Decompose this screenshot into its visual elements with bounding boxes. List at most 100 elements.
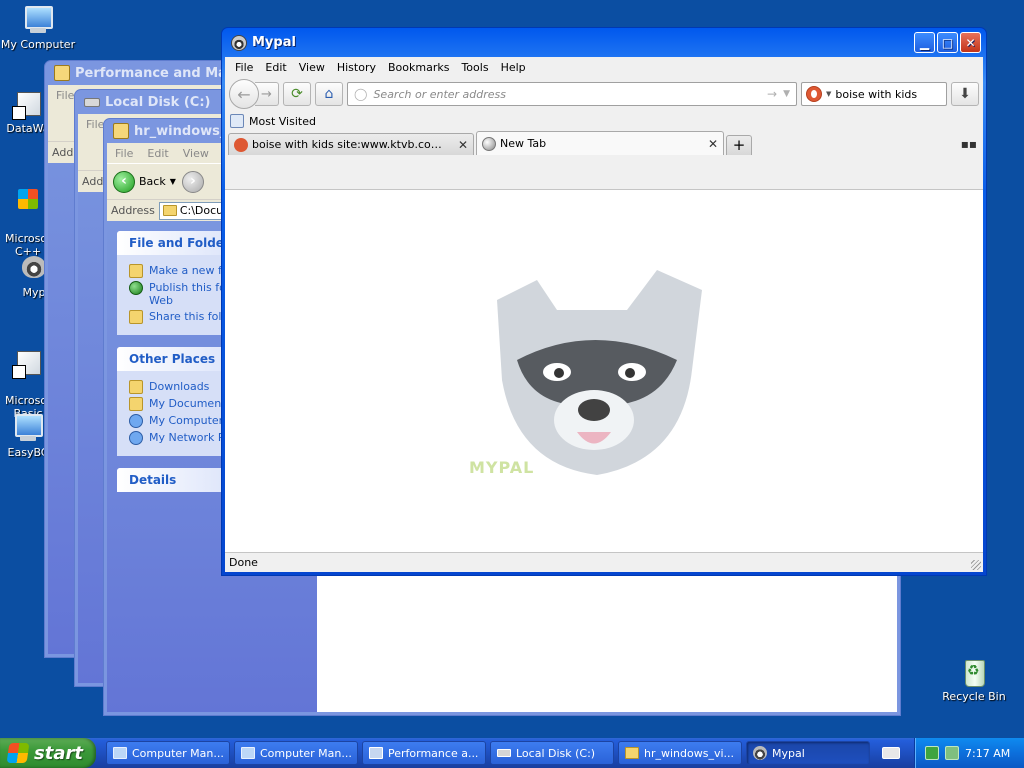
close-button[interactable]: ✕	[960, 32, 981, 53]
place-label: My Network P	[149, 431, 225, 444]
close-tab-icon[interactable]: ✕	[454, 138, 468, 152]
menu-view[interactable]: View	[183, 147, 209, 160]
address-label: Address	[111, 204, 155, 217]
bookmark-most-visited[interactable]: Most Visited	[249, 115, 316, 128]
keyboard-icon[interactable]	[882, 747, 900, 759]
menu-file[interactable]: File	[56, 89, 74, 102]
maximize-button[interactable]: □	[937, 32, 958, 53]
menu-file[interactable]: File	[115, 147, 133, 160]
publish-web-icon	[129, 281, 143, 295]
menu-file[interactable]: File	[86, 118, 104, 131]
back-button[interactable]: ‹ Back ▼	[113, 170, 176, 193]
search-bar[interactable]: ▼ ⚲	[801, 82, 981, 106]
go-arrow-icon[interactable]: →	[767, 87, 777, 101]
recycle-bin-icon	[958, 656, 990, 688]
reload-button[interactable]: ⟳	[283, 82, 311, 106]
taskbar-button-label: Computer Man...	[132, 746, 224, 760]
taskbar-button-label: Local Disk (C:)	[516, 746, 596, 760]
taskbar-buttons: Computer Man... Computer Man... Performa…	[106, 741, 870, 765]
new-tab-button[interactable]: +	[726, 135, 752, 155]
desktop-icon-recycle-bin[interactable]: Recycle Bin	[936, 656, 1012, 703]
taskbar-button-performance[interactable]: Performance a...	[362, 741, 486, 765]
back-button[interactable]: ←	[229, 79, 259, 109]
bookmarks-toolbar: Most Visited	[225, 111, 983, 131]
desktop-icon-my-computer[interactable]: My Computer	[0, 4, 76, 51]
system-tray: 7:17 AM	[914, 738, 1024, 768]
drive-icon	[84, 97, 100, 107]
menu-view[interactable]: View	[295, 61, 333, 74]
engine-dropdown-icon[interactable]: ▼	[826, 90, 831, 98]
globe-icon	[482, 136, 496, 151]
taskbar-button-label: Computer Man...	[260, 746, 352, 760]
menu-help[interactable]: Help	[497, 61, 534, 74]
menu-edit[interactable]: Edit	[147, 147, 168, 160]
most-visited-icon	[230, 114, 244, 128]
share-folder-icon	[129, 310, 143, 324]
start-button[interactable]: start	[0, 738, 96, 768]
network-icon[interactable]	[925, 746, 939, 760]
url-bar[interactable]: ◯ → ▼	[347, 82, 797, 106]
taskbar-button-label: Performance a...	[388, 746, 479, 760]
taskbar: start Computer Man... Computer Man... Pe…	[0, 738, 1024, 768]
tab-search-results[interactable]: boise with kids site:www.ktvb.com at Du.…	[228, 133, 474, 155]
new-folder-icon	[129, 264, 143, 278]
url-dropdown-icon[interactable]: ▼	[783, 89, 790, 99]
control-panel-icon	[54, 65, 70, 81]
tab-label: boise with kids site:www.ktvb.com at Du.…	[252, 138, 450, 151]
ms-cpp-icon	[12, 185, 44, 217]
taskbar-button-computer-management-1[interactable]: Computer Man...	[106, 741, 230, 765]
place-label: My Computer	[149, 414, 224, 427]
duckduckgo-icon[interactable]	[806, 86, 822, 102]
taskbar-button-label: hr_windows_vi...	[644, 746, 735, 760]
my-computer-icon	[22, 4, 54, 36]
browser-body: File Edit View History Bookmarks Tools H…	[225, 57, 983, 572]
menu-history[interactable]: History	[333, 61, 384, 74]
titlebar[interactable]: Mypal ▁ □ ✕	[225, 28, 983, 57]
mypal-icon	[753, 746, 767, 760]
menu-edit[interactable]: Edit	[261, 61, 294, 74]
minimize-button[interactable]: ▁	[914, 32, 935, 53]
place-label: My Document	[149, 397, 226, 410]
window-mypal[interactable]: Mypal ▁ □ ✕ File Edit View History Bookm…	[221, 27, 987, 576]
mypal-wordmark: MYPAL	[469, 458, 535, 477]
desktop-icon-label: My Computer	[0, 38, 76, 51]
menu-bar: File Edit View History Bookmarks Tools H…	[225, 57, 983, 77]
my-computer-icon	[129, 414, 143, 428]
taskbar-button-mypal[interactable]: Mypal	[746, 741, 870, 765]
list-all-tabs-icon[interactable]: ▪▪	[961, 137, 977, 151]
clock[interactable]: 7:17 AM	[965, 747, 1010, 760]
chevron-down-icon[interactable]: ▼	[170, 177, 176, 186]
drive-icon	[497, 749, 511, 757]
easybcd-icon	[12, 412, 44, 444]
duckduckgo-icon	[234, 137, 248, 152]
menu-tools[interactable]: Tools	[457, 61, 496, 74]
tab-new-tab[interactable]: New Tab ✕	[476, 131, 724, 155]
resize-grip-icon[interactable]	[971, 560, 981, 570]
downloads-button[interactable]: ⬇	[951, 82, 979, 106]
home-button[interactable]: ⌂	[315, 82, 343, 106]
caption-buttons: ▁ □ ✕	[914, 32, 981, 53]
taskbar-button-local-disk[interactable]: Local Disk (C:)	[490, 741, 614, 765]
back-forward-group: ← →	[229, 79, 279, 109]
windows-logo-icon	[6, 743, 30, 763]
url-input[interactable]	[373, 87, 762, 101]
documents-folder-icon	[129, 397, 143, 411]
navigation-toolbar: ← → ⟳ ⌂ ◯ → ▼ ▼ ⚲ ⬇	[225, 77, 983, 111]
network-places-icon	[129, 431, 143, 445]
back-label: Back	[139, 175, 166, 188]
ms-basic-icon	[12, 347, 44, 379]
page-content[interactable]: MYPAL	[225, 189, 983, 552]
close-tab-icon[interactable]: ✕	[704, 137, 718, 151]
taskbar-button-hr-windows[interactable]: hr_windows_vi...	[618, 741, 742, 765]
mypal-icon	[231, 34, 247, 51]
folder-icon	[162, 205, 177, 216]
tray-app-icon[interactable]	[945, 746, 959, 760]
computer-management-icon	[241, 747, 255, 759]
forward-button[interactable]: ›	[181, 170, 204, 193]
address-label: Add	[52, 146, 74, 159]
menu-file[interactable]: File	[231, 61, 261, 74]
menu-bookmarks[interactable]: Bookmarks	[384, 61, 457, 74]
computer-management-icon	[113, 747, 127, 759]
taskbar-button-computer-management-2[interactable]: Computer Man...	[234, 741, 358, 765]
desktop-icon-label: Recycle Bin	[942, 690, 1006, 703]
